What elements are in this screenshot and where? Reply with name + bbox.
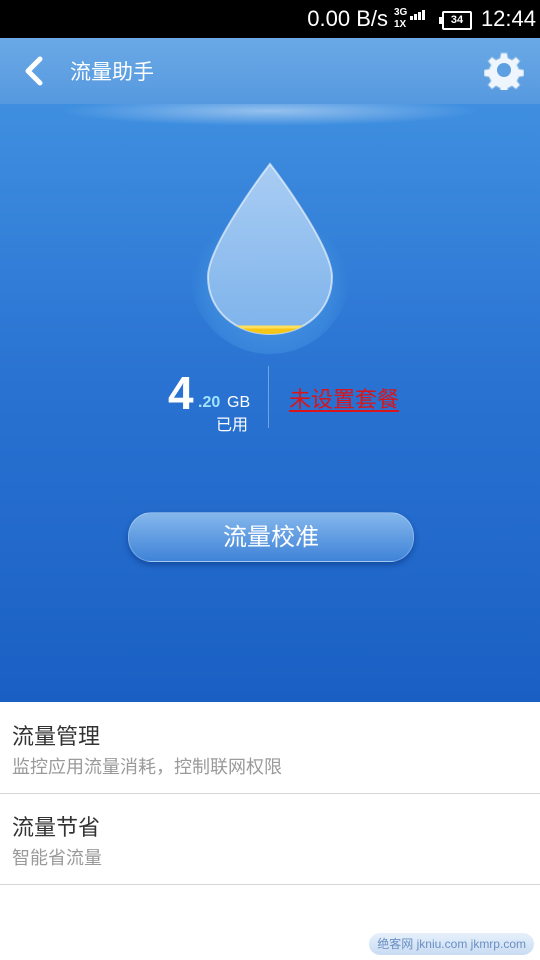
set-plan-link[interactable]: 未设置套餐 [289, 382, 399, 414]
header-glow [60, 104, 480, 126]
list-item-title: 流量管理 [12, 725, 101, 750]
signal-icon: 3G 1X [394, 5, 434, 33]
status-bar: 0.00 B/s 3G 1X 34 12:44 [0, 0, 540, 38]
watermark: 绝客网 jkniu.com jkmrp.com [369, 933, 534, 955]
page-title: 流量助手 [70, 60, 154, 84]
list-item-subtitle: 监控应用流量消耗，控制联网权限 [12, 757, 282, 778]
back-chevron-icon[interactable] [18, 54, 52, 88]
net-speed: 0.00 B/s [307, 6, 388, 31]
usage-decimal: .20 [198, 394, 221, 411]
usage-unit: GB [227, 394, 251, 411]
network-type-bottom: 1X [394, 19, 407, 30]
calibrate-button[interactable]: 流量校准 [128, 512, 414, 562]
usage-label: 已用 [216, 415, 249, 434]
list-item-title: 流量节省 [12, 816, 101, 841]
water-drop-icon [190, 162, 350, 354]
list-item-subtitle: 智能省流量 [12, 848, 102, 869]
network-type-top: 3G [394, 7, 408, 18]
battery-icon: 34 [439, 11, 472, 30]
usage-divider [268, 366, 269, 428]
list-item-traffic-saving[interactable]: 流量节省 智能省流量 [0, 794, 540, 885]
clock: 12:44 [480, 6, 536, 31]
app-header: 流量助手 [0, 38, 540, 104]
gear-icon[interactable] [484, 50, 524, 90]
usage-hero: 4 .20 GB 已用 未设置套餐 流量校准 [0, 104, 540, 702]
list-item-traffic-management[interactable]: 流量管理 监控应用流量消耗，控制联网权限 [0, 703, 540, 794]
battery-level: 34 [450, 14, 464, 26]
usage-integer: 4 [168, 367, 194, 419]
